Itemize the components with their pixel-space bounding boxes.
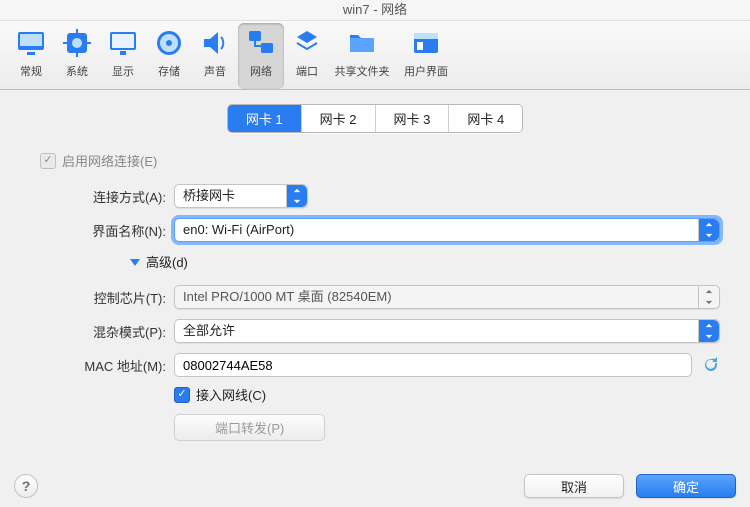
toolbar-item-label: 系统	[66, 63, 88, 79]
attach-mode-select[interactable]: 桥接网卡	[174, 184, 308, 208]
promiscuous-mode-select[interactable]: 全部允许	[174, 319, 720, 343]
chevron-up-down-icon	[698, 219, 719, 241]
port-icon	[291, 27, 323, 59]
toolbar-item-display[interactable]: 显示	[100, 23, 146, 89]
toolbar-item-ports[interactable]: 端口	[284, 23, 330, 89]
dialog-footer: ? 取消 确定	[0, 465, 750, 507]
refresh-mac-button[interactable]	[702, 356, 720, 374]
promiscuous-mode-label: 混杂模式(P):	[30, 322, 174, 341]
monitor-icon	[15, 27, 47, 59]
refresh-icon	[703, 357, 719, 373]
toolbar-item-user-interface[interactable]: 用户界面	[394, 23, 458, 89]
ok-button[interactable]: 确定	[636, 474, 736, 498]
toolbar-item-label: 常规	[20, 63, 42, 79]
interface-name-value: en0: Wi-Fi (AirPort)	[183, 222, 294, 237]
chevron-up-down-icon	[698, 320, 719, 342]
window-icon	[410, 27, 442, 59]
toolbar-item-label: 网络	[250, 63, 272, 79]
tab-adapter-1[interactable]: 网卡 1	[228, 105, 302, 132]
disclosure-triangle-icon[interactable]	[130, 259, 140, 266]
toolbar-item-label: 用户界面	[404, 63, 448, 79]
enable-network-checkbox	[40, 153, 56, 169]
attach-mode-value: 桥接网卡	[183, 188, 235, 203]
chip-icon	[61, 27, 93, 59]
adapter-type-value: Intel PRO/1000 MT 桌面 (82540EM)	[183, 289, 392, 304]
toolbar-item-label: 端口	[296, 63, 318, 79]
toolbar-item-storage[interactable]: 存储	[146, 23, 192, 89]
promiscuous-mode-value: 全部允许	[183, 323, 235, 338]
enable-network-label: 启用网络连接(E)	[62, 151, 157, 170]
toolbar-item-label: 存储	[158, 63, 180, 79]
cable-connected-checkbox[interactable]	[174, 387, 190, 403]
tab-adapter-3[interactable]: 网卡 3	[376, 105, 450, 132]
toolbar-item-shared-folders[interactable]: 共享文件夹	[330, 23, 394, 89]
adapter-tabs: 网卡 1 网卡 2 网卡 3 网卡 4	[0, 90, 750, 133]
display-icon	[107, 27, 139, 59]
window-title: win7 - 网络	[0, 0, 750, 21]
advanced-toggle-label[interactable]: 高级(d)	[146, 252, 188, 271]
help-button[interactable]: ?	[14, 474, 38, 498]
toolbar-item-system[interactable]: 系统	[54, 23, 100, 89]
toolbar-item-label: 显示	[112, 63, 134, 79]
cable-connected-label: 接入网线(C)	[196, 385, 266, 404]
chevron-up-down-icon	[698, 286, 719, 308]
disk-icon	[153, 27, 185, 59]
speaker-icon	[199, 27, 231, 59]
interface-name-select[interactable]: en0: Wi-Fi (AirPort)	[174, 218, 720, 242]
cancel-button[interactable]: 取消	[524, 474, 624, 498]
toolbar-item-audio[interactable]: 声音	[192, 23, 238, 89]
tab-adapter-4[interactable]: 网卡 4	[449, 105, 522, 132]
folder-icon	[346, 27, 378, 59]
chevron-up-down-icon	[286, 185, 307, 207]
mac-address-label: MAC 地址(M):	[30, 356, 174, 375]
network-form: 启用网络连接(E) 连接方式(A): 桥接网卡 界面名称(N): en0: Wi…	[0, 133, 750, 507]
attach-mode-label: 连接方式(A):	[30, 187, 174, 206]
toolbar-item-label: 声音	[204, 63, 226, 79]
settings-window: win7 - 网络 常规 系统 显示 存储	[0, 0, 750, 507]
adapter-type-select[interactable]: Intel PRO/1000 MT 桌面 (82540EM)	[174, 285, 720, 309]
network-icon	[245, 27, 277, 59]
mac-address-input[interactable]	[174, 353, 692, 377]
port-forwarding-button[interactable]: 端口转发(P)	[174, 414, 325, 441]
toolbar-item-label: 共享文件夹	[335, 63, 390, 79]
interface-name-label: 界面名称(N):	[30, 221, 174, 240]
question-mark-icon: ?	[22, 478, 31, 494]
toolbar-item-network[interactable]: 网络	[238, 23, 284, 89]
tab-adapter-2[interactable]: 网卡 2	[302, 105, 376, 132]
toolbar: 常规 系统 显示 存储 声音	[0, 21, 750, 90]
toolbar-item-general[interactable]: 常规	[8, 23, 54, 89]
adapter-type-label: 控制芯片(T):	[30, 288, 174, 307]
